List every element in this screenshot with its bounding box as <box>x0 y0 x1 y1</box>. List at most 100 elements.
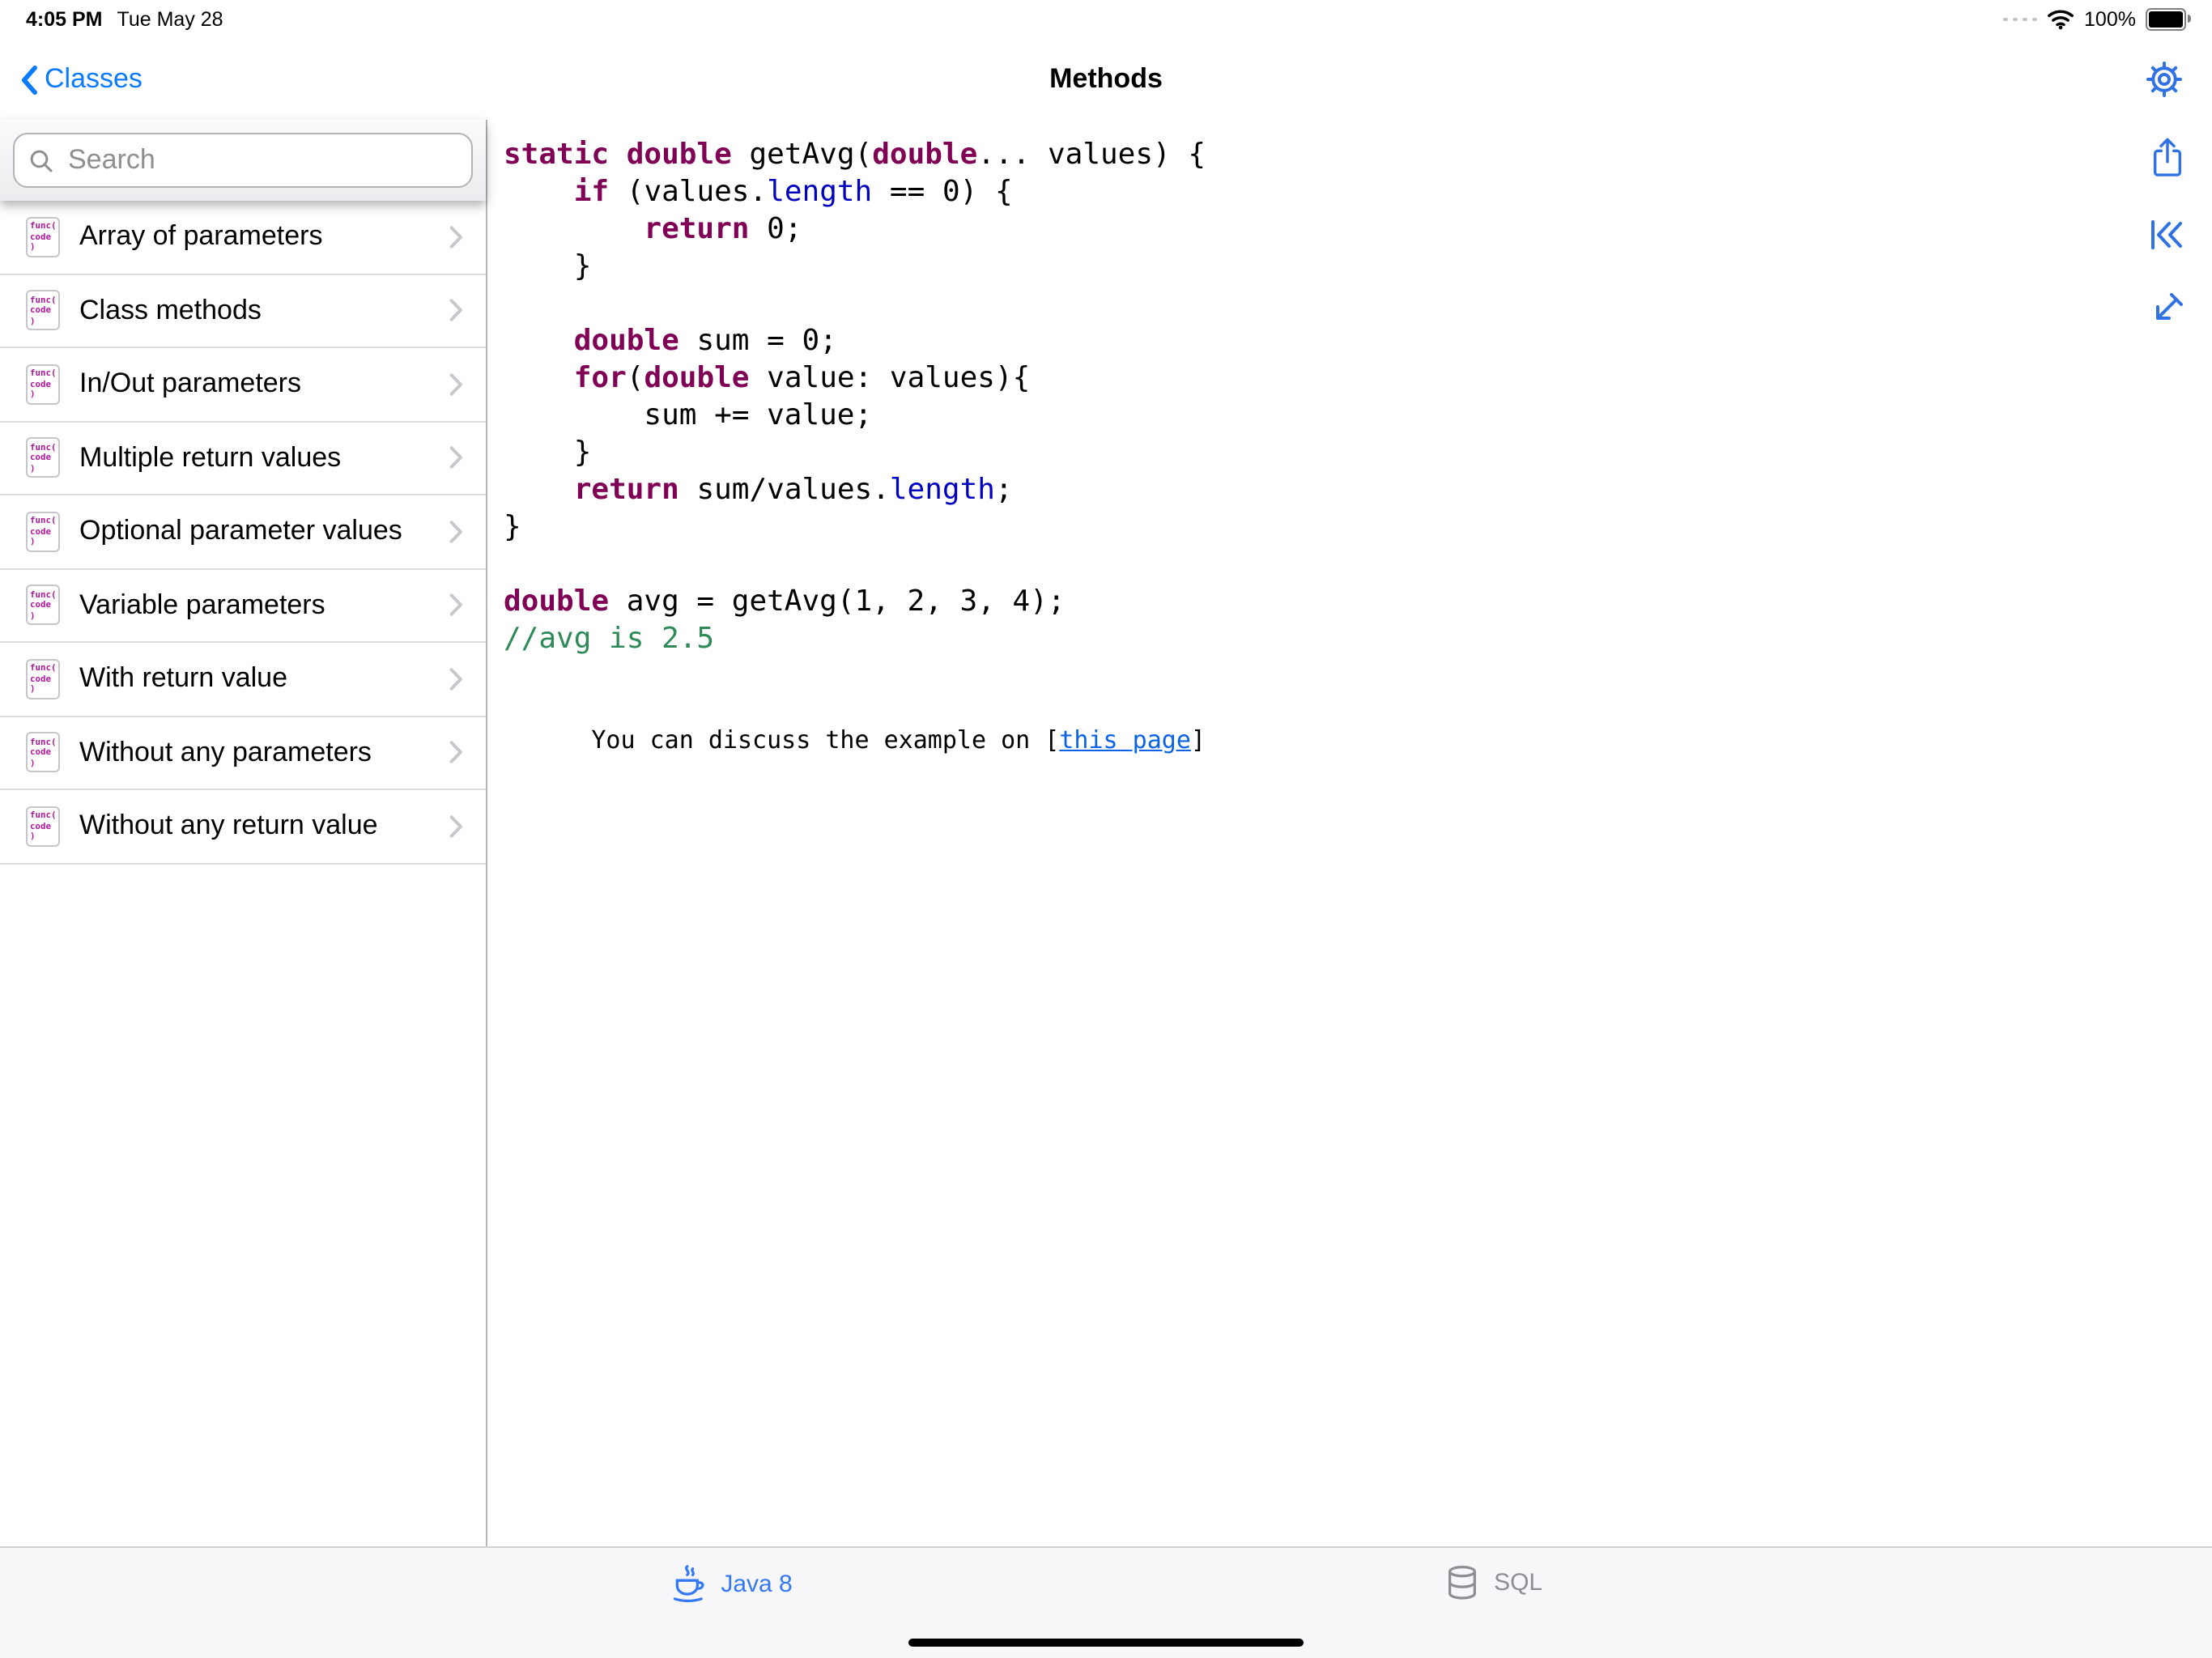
func-code-icon-line: code <box>30 527 56 538</box>
tab-bar: Java 8 SQL <box>0 1546 2212 1658</box>
app-screen: 4:05 PM Tue May 28 100% Classes Methods <box>0 0 2212 1658</box>
back-button-label: Classes <box>45 63 143 96</box>
page-title: Methods <box>1049 63 1163 96</box>
func-code-icon: func(code) <box>26 733 60 773</box>
func-code-icon-line: func( <box>30 665 56 675</box>
sidebar-item-label: In/Out parameters <box>79 368 301 401</box>
func-code-icon-line: code <box>30 601 56 611</box>
func-code-icon-line: ) <box>30 317 56 327</box>
func-code-icon-line: func( <box>30 591 56 602</box>
code-line: } <box>504 248 2189 285</box>
func-code-icon: func(code) <box>26 364 60 405</box>
func-code-icon-line: code <box>30 748 56 759</box>
code-token <box>504 361 574 395</box>
code-token: ( <box>627 361 644 395</box>
code-token: if <box>574 175 609 209</box>
func-code-icon-line: func( <box>30 738 56 749</box>
code-token: value: values){ <box>750 361 1031 395</box>
search-input[interactable] <box>65 142 457 178</box>
resize-button[interactable] <box>2147 290 2186 329</box>
list-item[interactable]: func(code) Without any return value <box>0 790 486 864</box>
func-code-icon-line: func( <box>30 296 56 307</box>
list-item[interactable]: func(code) With return value <box>0 643 486 716</box>
func-code-icon-line: func( <box>30 517 56 528</box>
discussion-link[interactable]: this page <box>1059 725 1191 755</box>
note-prefix: You can discuss the example on [ <box>591 725 1059 755</box>
code-token: (values. <box>609 175 767 209</box>
code-line <box>504 285 2189 322</box>
collapse-left-button[interactable] <box>2147 215 2186 254</box>
list-item[interactable]: func(code) In/Out parameters <box>0 348 486 422</box>
func-code-icon-line: ) <box>30 538 56 548</box>
code-line: } <box>504 434 2189 471</box>
code-line: //avg is 2.5 <box>504 620 2189 657</box>
func-code-icon-line: code <box>30 380 56 390</box>
nav-bar: Classes Methods <box>0 39 2212 120</box>
code-token: double <box>627 138 732 172</box>
func-code-icon-line: ) <box>30 685 56 695</box>
func-code-icon-line: ) <box>30 390 56 401</box>
func-code-icon-line: func( <box>30 223 56 233</box>
list-item[interactable]: func(code) Without any parameters <box>0 716 486 790</box>
code-token: for <box>574 361 627 395</box>
code-line: if (values.length == 0) { <box>504 173 2189 210</box>
code-token: ; <box>995 473 1013 507</box>
code-token: } <box>504 510 521 544</box>
tab-java8[interactable]: Java 8 <box>667 1564 792 1605</box>
sidebar-item-label: With return value <box>79 663 287 695</box>
home-indicator[interactable] <box>908 1638 1304 1647</box>
sidebar-item-label: Without any return value <box>79 810 378 843</box>
code-token: length <box>767 175 872 209</box>
func-code-icon-line: code <box>30 453 56 464</box>
java-cup-icon <box>667 1564 708 1605</box>
share-button[interactable] <box>2148 136 2185 180</box>
sidebar: func(code) Array of parameters func(code… <box>0 120 487 1546</box>
code-token <box>504 473 574 507</box>
code-editor[interactable]: static double getAvg(double... values) {… <box>487 120 2212 657</box>
code-token: sum += value; <box>504 398 872 432</box>
func-code-icon: func(code) <box>26 217 60 257</box>
tab-sql[interactable]: SQL <box>1444 1564 1542 1601</box>
func-code-icon-line: code <box>30 674 56 685</box>
list-item[interactable]: func(code) Class methods <box>0 274 486 348</box>
code-line: for(double value: values){ <box>504 359 2189 397</box>
code-line: static double getAvg(double... values) { <box>504 136 2189 173</box>
list-item[interactable]: func(code) Optional parameter values <box>0 495 486 569</box>
func-code-icon-line: func( <box>30 444 56 454</box>
settings-button[interactable] <box>2144 59 2184 100</box>
back-button[interactable]: Classes <box>19 63 143 96</box>
topic-list: func(code) Array of parameters func(code… <box>0 201 486 864</box>
code-token <box>504 175 574 209</box>
code-token <box>504 212 644 246</box>
func-code-icon-line: ) <box>30 832 56 843</box>
sidebar-item-label: Class methods <box>79 295 262 327</box>
func-code-icon-line: func( <box>30 370 56 380</box>
code-token: double <box>574 324 679 358</box>
code-token: length <box>890 473 995 507</box>
example-view: static double getAvg(double... values) {… <box>487 120 2212 1546</box>
code-token: return <box>574 473 679 507</box>
sidebar-item-label: Multiple return values <box>79 442 341 474</box>
func-code-icon-line: func( <box>30 812 56 823</box>
func-code-icon-line: code <box>30 822 56 832</box>
func-code-icon: func(code) <box>26 512 60 552</box>
code-line: return sum/values.length; <box>504 471 2189 508</box>
status-bar: 4:05 PM Tue May 28 100% <box>0 0 2212 39</box>
code-line <box>504 546 2189 583</box>
code-token: double <box>872 138 977 172</box>
func-code-icon-line: ) <box>30 759 56 769</box>
collapse-left-icon <box>2147 215 2186 254</box>
battery-icon <box>2146 9 2186 31</box>
code-token <box>609 138 627 172</box>
search-field[interactable] <box>13 133 473 188</box>
func-code-icon: func(code) <box>26 659 60 699</box>
list-item[interactable]: func(code) Multiple return values <box>0 422 486 495</box>
list-item[interactable]: func(code) Array of parameters <box>0 201 486 274</box>
tab-sql-label: SQL <box>1494 1569 1542 1596</box>
chevron-right-icon <box>449 225 463 249</box>
list-item[interactable]: func(code) Variable parameters <box>0 569 486 643</box>
code-token: avg = getAvg(1, 2, 3, 4); <box>609 585 1066 619</box>
code-token: } <box>504 436 591 470</box>
func-code-icon-line: ) <box>30 243 56 253</box>
sidebar-item-label: Optional parameter values <box>79 516 402 548</box>
